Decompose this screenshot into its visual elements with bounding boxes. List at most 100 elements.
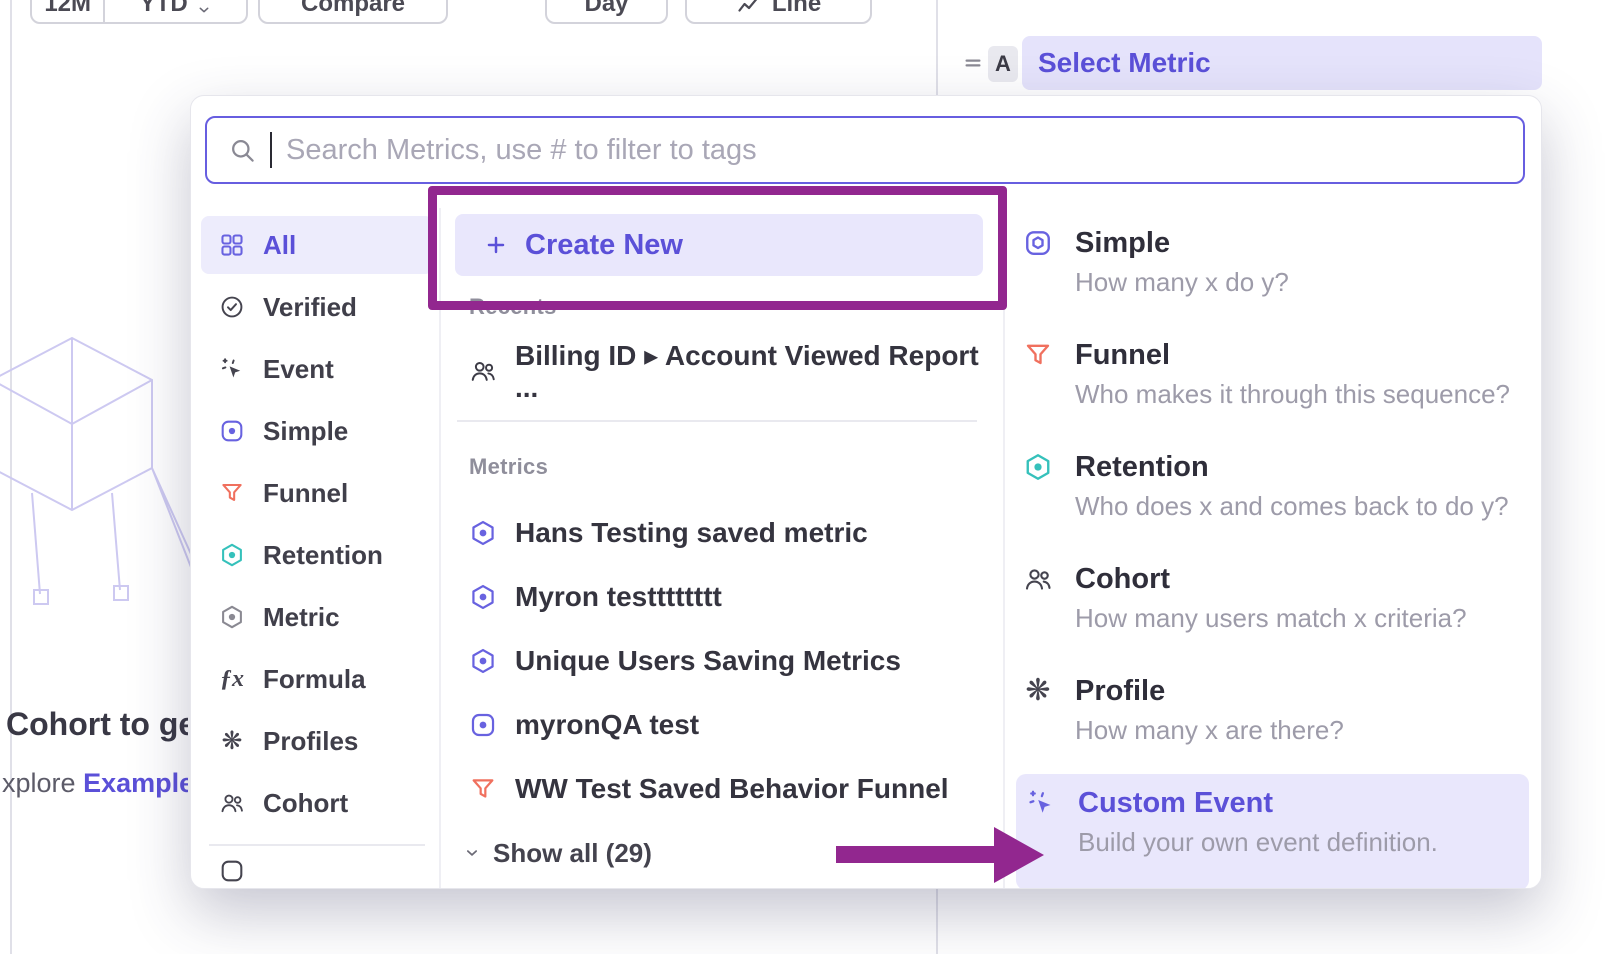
create-new-button[interactable]: Create New [455, 214, 983, 276]
sidebar-item-label: Profiles [263, 726, 358, 757]
square-metric-icon [469, 711, 497, 739]
grid-icon [219, 232, 245, 258]
sidebar-item-label: Retention [263, 540, 383, 571]
create-new-label: Create New [525, 229, 683, 262]
metric-type-desc: Who does x and comes back to do y? [1075, 490, 1509, 522]
metric-type-funnel[interactable]: Funnel Who makes it through this sequenc… [1017, 326, 1529, 426]
metric-type-title: Simple [1075, 226, 1289, 260]
custom-event-sparkle-icon [1026, 788, 1056, 889]
date-range-segmented-control: 12M YTD [30, 0, 248, 24]
metric-type-title: Funnel [1075, 338, 1510, 372]
search-icon [229, 137, 256, 164]
sidebar-item-simple[interactable]: Simple [201, 402, 433, 460]
plus-icon [483, 232, 509, 258]
metric-type-text: Retention Who does x and comes back to d… [1075, 450, 1509, 538]
compare-button[interactable]: Compare [258, 0, 448, 24]
metric-type-desc: Who makes it through this sequence? [1075, 378, 1510, 410]
metric-picker-modal: All Verified Event Simple Funnel Retenti… [190, 95, 1542, 889]
cohort-people-icon [1023, 564, 1053, 650]
line-chart-icon [736, 0, 760, 18]
compare-label: Compare [301, 0, 405, 18]
metric-type-cohort[interactable]: Cohort How many users match x criteria? [1017, 550, 1529, 650]
explore-text-fragment: xplore [2, 768, 76, 798]
metric-hexagon-icon [219, 604, 245, 630]
interval-label: Day [584, 0, 628, 18]
background-headline-fragment: Cohort to ge [6, 706, 188, 743]
sidebar-item-formula[interactable]: ƒx Formula [201, 650, 433, 708]
recent-item[interactable]: Billing ID ▸ Account Viewed Report ... [457, 342, 981, 400]
interval-day-button[interactable]: Day [545, 0, 668, 24]
range-12m-button[interactable]: 12M [32, 0, 103, 22]
show-all-label: Show all (29) [493, 838, 652, 869]
metric-type-text: Funnel Who makes it through this sequenc… [1075, 338, 1510, 426]
metric-type-text: Custom Event Build your own event defini… [1078, 786, 1438, 889]
sidebar-item-verified[interactable]: Verified [201, 278, 433, 336]
search-bar [205, 116, 1525, 184]
sidebar-item-label: Metric [263, 602, 340, 633]
sidebar-separator [209, 844, 425, 846]
metric-letter-badge[interactable]: A [988, 46, 1018, 82]
sidebar-item-cohort[interactable]: Cohort [201, 774, 433, 832]
search-input[interactable] [286, 134, 1523, 167]
verified-seal-icon [219, 294, 245, 320]
metric-type-profile[interactable]: ❋ Profile How many x are there? [1017, 662, 1529, 762]
sidebar-item-metric[interactable]: Metric [201, 588, 433, 646]
example-link[interactable]: Example [83, 768, 188, 798]
profile-flower-icon: ❋ [1023, 676, 1053, 762]
profiles-flower-icon: ❋ [219, 728, 245, 754]
sidebar-item-event[interactable]: Event [201, 340, 433, 398]
decorative-wireframe [0, 328, 222, 658]
metric-item-label: Hans Testing saved metric [515, 517, 868, 549]
metric-list-item[interactable]: Unique Users Saving Metrics [457, 632, 981, 690]
simple-square-icon [219, 418, 245, 444]
metric-item-label: Unique Users Saving Metrics [515, 645, 901, 677]
metric-type-title: Retention [1075, 450, 1509, 484]
recents-divider [457, 420, 977, 422]
metric-type-title: Profile [1075, 674, 1344, 708]
retention-hexagon-icon [1023, 452, 1053, 538]
chart-type-label: Line [772, 0, 821, 18]
drag-handle-icon[interactable] [962, 50, 984, 76]
show-all-button[interactable]: Show all (29) [463, 833, 652, 873]
sidebar-item-retention[interactable]: Retention [201, 526, 433, 584]
hexagon-metric-icon [469, 583, 497, 611]
range-ytd-button[interactable]: YTD [105, 0, 246, 22]
sidebar-item-label: Cohort [263, 788, 348, 819]
formula-fx-icon: ƒx [219, 666, 245, 693]
metric-type-retention[interactable]: Retention Who does x and comes back to d… [1017, 438, 1529, 538]
hexagon-metric-icon [469, 647, 497, 675]
metric-type-simple[interactable]: Simple How many x do y? [1017, 214, 1529, 314]
chevron-down-icon [463, 844, 481, 862]
range-ytd-label: YTD [140, 0, 188, 18]
metric-letter: A [995, 51, 1011, 77]
cohort-people-icon [469, 357, 497, 385]
text-caret [270, 132, 272, 168]
select-metric-field[interactable]: Select Metric [1022, 36, 1542, 90]
sidebar-item-partial[interactable] [201, 858, 433, 884]
metric-type-desc: Build your own event definition. [1078, 826, 1438, 858]
retention-hexagon-icon [219, 542, 245, 568]
select-metric-label: Select Metric [1038, 47, 1211, 79]
partial-item-icon [219, 858, 245, 884]
metric-item-label: myronQA test [515, 709, 699, 741]
metric-type-text: Simple How many x do y? [1075, 226, 1289, 314]
sidebar-item-label: All [263, 230, 296, 261]
range-12m-label: 12M [44, 0, 91, 18]
metric-list-item[interactable]: Hans Testing saved metric [457, 504, 981, 562]
sidebar-item-funnel[interactable]: Funnel [201, 464, 433, 522]
funnel-icon [219, 480, 245, 506]
chart-type-line-button[interactable]: Line [685, 0, 872, 24]
explore-space [76, 768, 84, 798]
metric-type-custom-event[interactable]: Custom Event Build your own event defini… [1016, 774, 1529, 889]
middle-column-divider [1003, 208, 1005, 889]
sidebar-item-label: Funnel [263, 478, 348, 509]
category-sidebar: All Verified Event Simple Funnel Retenti… [201, 216, 433, 884]
metric-item-label: WW Test Saved Behavior Funnel [515, 773, 949, 805]
sidebar-item-label: Formula [263, 664, 366, 695]
sidebar-item-profiles[interactable]: ❋ Profiles [201, 712, 433, 770]
metric-list-item[interactable]: Myron testttttttt [457, 568, 981, 626]
metric-list-item[interactable]: WW Test Saved Behavior Funnel [457, 760, 981, 818]
sidebar-item-all[interactable]: All [201, 216, 433, 274]
metric-type-text: Cohort How many users match x criteria? [1075, 562, 1467, 650]
metric-list-item[interactable]: myronQA test [457, 696, 981, 754]
